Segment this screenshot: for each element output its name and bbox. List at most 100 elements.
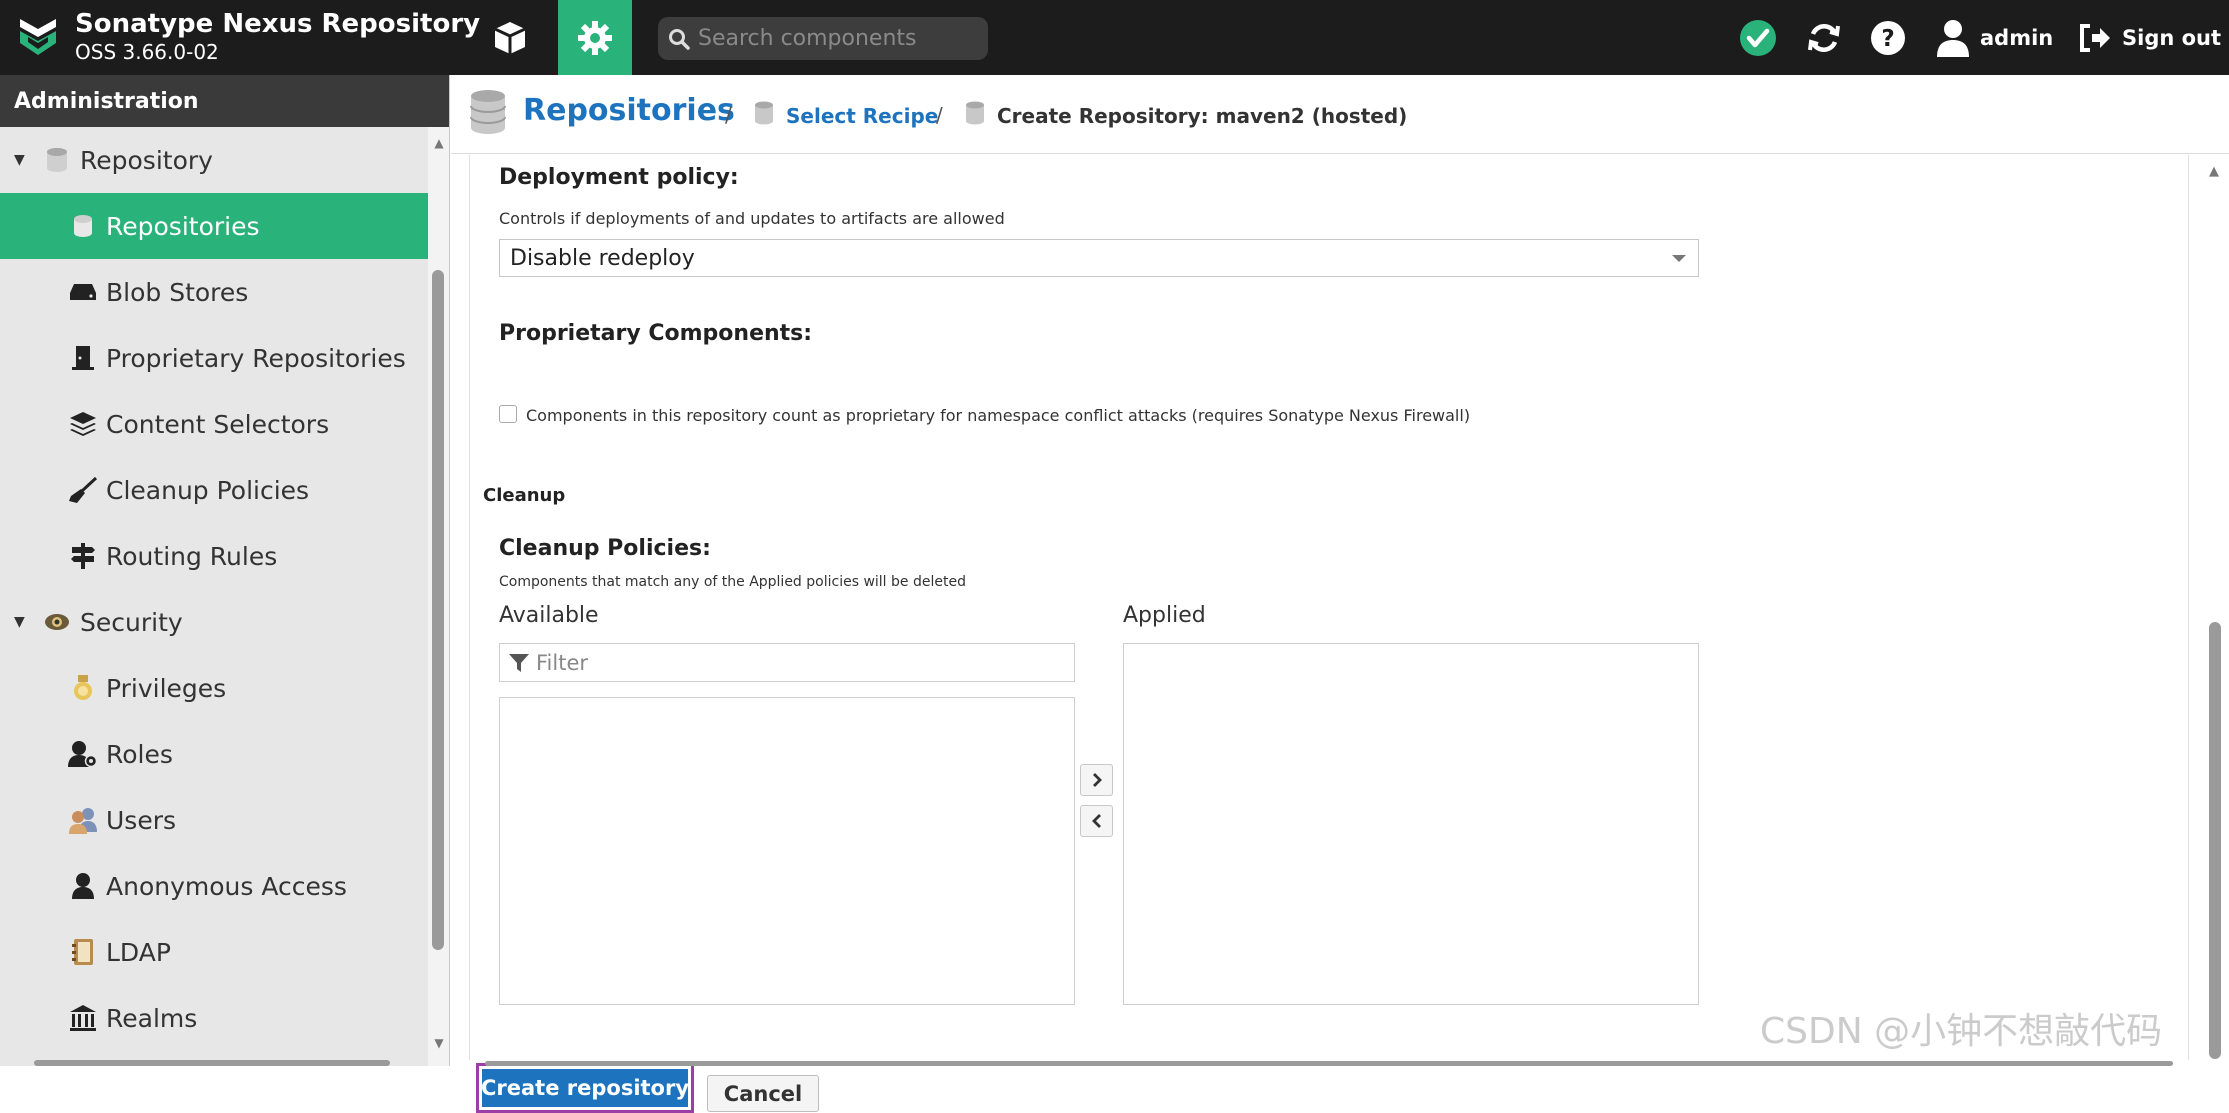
available-policies-list[interactable] <box>499 697 1075 1005</box>
chevron-down-icon <box>1672 255 1686 262</box>
breadcrumb-separator: / <box>725 103 732 127</box>
refresh-button[interactable] <box>1802 0 1846 75</box>
administration-button[interactable] <box>558 0 632 75</box>
deployment-policy-value: Disable redeploy <box>510 245 695 271</box>
sidebar-horizontal-scrollbar[interactable] <box>34 1060 390 1066</box>
help-button[interactable]: ? <box>1866 0 1910 75</box>
sidebar-item-ldap[interactable]: LDAP <box>0 919 428 985</box>
sidebar-group-repository[interactable]: ▼ Repository <box>0 127 428 193</box>
sidebar-group-label: Security <box>80 607 183 637</box>
broom-icon <box>68 475 98 505</box>
user-menu-button[interactable]: admin <box>1936 0 2053 75</box>
sidebar-item-users[interactable]: Users <box>0 787 428 853</box>
svg-text:?: ? <box>1881 26 1894 52</box>
scroll-down-arrow-icon[interactable]: ▼ <box>432 1037 446 1049</box>
sign-out-label: Sign out <box>2122 25 2222 50</box>
sign-out-button[interactable]: Sign out <box>2078 0 2221 75</box>
layers-icon <box>68 409 98 439</box>
sidebar-item-repositories[interactable]: Repositories <box>0 193 428 259</box>
breadcrumb-separator: / <box>936 103 943 127</box>
admin-sidebar: Administration ▼ Repository Repositories… <box>0 75 450 1066</box>
search-input[interactable] <box>698 26 978 51</box>
sidebar-item-cleanup-policies[interactable]: Cleanup Policies <box>0 457 428 523</box>
cancel-button[interactable]: Cancel <box>707 1075 819 1112</box>
sidebar-item-label: Content Selectors <box>106 409 330 439</box>
database-icon <box>42 145 72 175</box>
sidebar-item-anonymous-access[interactable]: Anonymous Access <box>0 853 428 919</box>
add-policy-button[interactable] <box>1080 764 1113 796</box>
deployment-policy-label: Deployment policy: <box>499 165 739 190</box>
nexus-logo-icon <box>20 19 56 55</box>
sidebar-scrollbar-thumb[interactable] <box>432 270 444 950</box>
proprietary-components-label: Proprietary Components: <box>499 321 813 346</box>
database-icon <box>755 101 773 125</box>
top-navigation-bar: Sonatype Nexus Repository OSS 3.66.0-02 <box>0 0 2229 75</box>
applied-list-label: Applied <box>1123 603 1206 628</box>
sidebar-item-routing-rules[interactable]: Routing Rules <box>0 523 428 589</box>
users-icon <box>68 805 98 835</box>
database-icon <box>68 211 98 241</box>
breadcrumb-repositories-link[interactable]: Repositories <box>523 93 735 128</box>
filter-input[interactable] <box>536 650 1036 675</box>
applied-policies-list[interactable] <box>1123 643 1699 1005</box>
sidebar-item-label: Anonymous Access <box>106 871 347 901</box>
sidebar-group-security[interactable]: ▼ Security <box>0 589 428 655</box>
browse-button[interactable] <box>478 0 542 75</box>
sidebar-item-label: Repositories <box>106 211 260 241</box>
refresh-icon <box>1808 23 1840 52</box>
signpost-icon <box>68 541 98 571</box>
deployment-policy-help: Controls if deployments of and updates t… <box>499 209 1005 228</box>
help-icon: ? <box>1871 20 1905 55</box>
main-scrollbar-thumb[interactable] <box>2209 622 2221 1059</box>
proprietary-checkbox-label: Components in this repository count as p… <box>526 406 1471 425</box>
sidebar-nav-list: ▼ Repository Repositories Blob Stores Pr… <box>0 127 428 1051</box>
watermark-text: CSDN @小钟不想敲代码 <box>1760 1011 2163 1052</box>
scroll-up-arrow-icon[interactable]: ▲ <box>2209 164 2219 179</box>
user-icon <box>1937 19 1969 57</box>
database-icon <box>966 101 984 125</box>
main-horizontal-scrollbar[interactable] <box>485 1061 2173 1066</box>
system-status-button[interactable] <box>1736 0 1780 75</box>
sidebar-item-realms[interactable]: Realms <box>0 985 428 1051</box>
proprietary-checkbox[interactable] <box>499 405 517 423</box>
create-repository-button[interactable]: Create repository <box>476 1063 694 1113</box>
door-icon <box>68 343 98 373</box>
sidebar-item-label: LDAP <box>106 937 171 967</box>
sidebar-item-label: Roles <box>106 739 173 769</box>
cleanup-policies-help: Components that match any of the Applied… <box>499 574 966 590</box>
sidebar-group-label: Repository <box>80 145 213 175</box>
search-icon <box>669 28 690 50</box>
sidebar-item-label: Realms <box>106 1003 198 1033</box>
sidebar-item-label: Proprietary Repositories <box>106 343 406 373</box>
sidebar-item-label: Cleanup Policies <box>106 475 310 505</box>
sidebar-item-label: Blob Stores <box>106 277 249 307</box>
breadcrumb-select-recipe-link[interactable]: Select Recipe <box>786 104 938 128</box>
chevron-right-icon <box>1092 773 1102 787</box>
available-filter[interactable] <box>499 643 1075 682</box>
search-box[interactable] <box>658 17 988 60</box>
sidebar-item-blob-stores[interactable]: Blob Stores <box>0 259 428 325</box>
chevron-left-icon <box>1091 814 1101 828</box>
deployment-policy-select[interactable]: Disable redeploy <box>499 239 1699 277</box>
sidebar-item-content-selectors[interactable]: Content Selectors <box>0 391 428 457</box>
app-version: OSS 3.66.0-02 <box>75 40 219 64</box>
sidebar-item-label: Users <box>106 805 177 835</box>
sidebar-item-roles[interactable]: Roles <box>0 721 428 787</box>
remove-policy-button[interactable] <box>1080 805 1113 837</box>
scroll-up-arrow-icon[interactable]: ▲ <box>432 137 446 149</box>
sidebar-item-privileges[interactable]: Privileges <box>0 655 428 721</box>
available-list-label: Available <box>499 603 599 628</box>
breadcrumb-current: Create Repository: maven2 (hosted) <box>997 104 1408 128</box>
sign-out-icon <box>2080 23 2110 52</box>
cleanup-section-title: Cleanup <box>483 485 566 506</box>
database-icon <box>470 90 506 134</box>
expand-triangle-icon: ▼ <box>14 152 25 168</box>
address-book-icon <box>68 937 98 967</box>
security-badge-icon <box>42 607 72 637</box>
create-repository-form: Deployment policy: Controls if deploymen… <box>469 155 2189 1113</box>
expand-triangle-icon: ▼ <box>14 614 25 630</box>
app-name: Sonatype Nexus Repository <box>75 9 481 39</box>
medal-icon <box>68 673 98 703</box>
cleanup-policies-label: Cleanup Policies: <box>499 536 711 561</box>
sidebar-item-proprietary-repositories[interactable]: Proprietary Repositories <box>0 325 428 391</box>
